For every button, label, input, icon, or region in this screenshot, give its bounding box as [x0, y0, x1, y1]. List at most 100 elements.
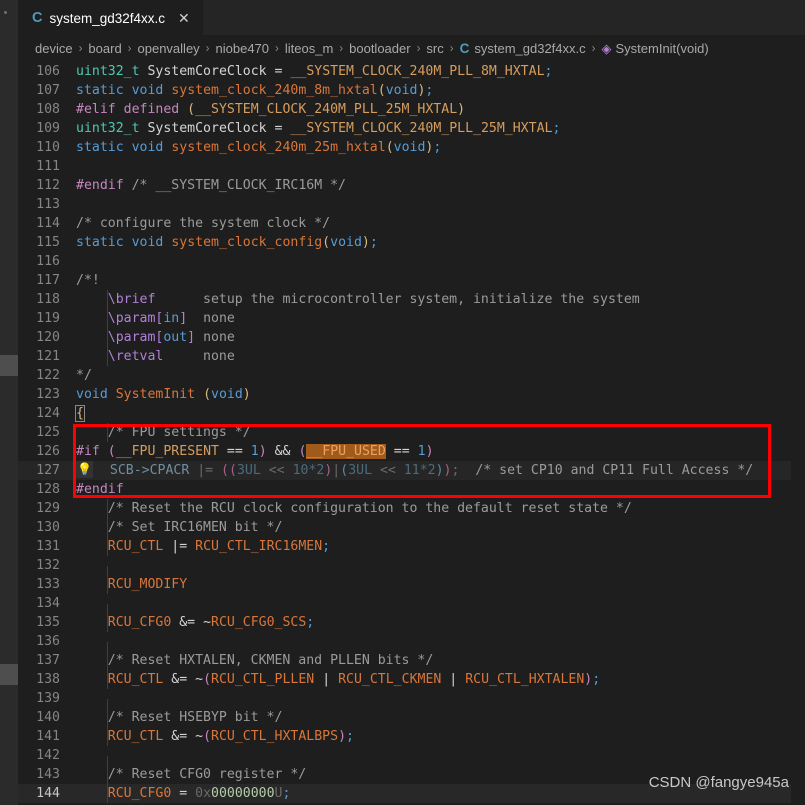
code-line-122[interactable]: 122 */	[18, 366, 805, 385]
line-content: /* Set IRC16MEN bit */	[76, 518, 283, 537]
code-line-142[interactable]: 142	[18, 746, 805, 775]
line-content: RCU_CTL &= ~(RCU_CTL_PLLEN | RCU_CTL_CKM…	[76, 670, 601, 689]
code-line-123[interactable]: 123 void SystemInit (void)	[18, 385, 805, 404]
code-line-128[interactable]: 128 #endif	[18, 480, 805, 499]
editor-overview-ruler[interactable]	[791, 124, 805, 805]
activity-bar-mark-1[interactable]	[0, 355, 18, 376]
line-content: void SystemInit (void)	[76, 387, 251, 402]
line-content: {	[75, 404, 805, 423]
line-number: 113	[36, 197, 60, 212]
code-line-114[interactable]: 114 /* configure the system clock */	[18, 214, 805, 233]
activity-bar-mark-2[interactable]	[0, 664, 18, 685]
line-content: /* Reset HSEBYP bit */	[76, 708, 283, 727]
line-number: 127	[36, 463, 60, 478]
code-line-131[interactable]: 131 RCU_CTL |= RCU_CTL_IRC16MEN;	[18, 537, 805, 556]
lightbulb-quickfix-icon[interactable]: 💡	[76, 460, 93, 478]
code-line-137[interactable]: 137 /* Reset HXTALEN, CKMEN and PLLEN bi…	[18, 651, 805, 670]
code-line-118[interactable]: 118 \brief setup the microcontroller sys…	[18, 290, 805, 309]
line-number: 120	[36, 330, 60, 345]
code-line-135[interactable]: 135 RCU_CFG0 &= ~RCU_CFG0_SCS;	[18, 613, 805, 632]
line-content: static void system_clock_240m_25m_hxtal(…	[76, 140, 442, 155]
breadcrumb-item-file[interactable]: C system_gd32f4xx.c	[460, 41, 586, 56]
code-line-138[interactable]: 138 RCU_CTL &= ~(RCU_CTL_PLLEN | RCU_CTL…	[18, 670, 805, 689]
code-line-117[interactable]: 117 /*!	[18, 271, 805, 290]
line-content: static void system_clock_config(void);	[76, 235, 378, 250]
line-content: uint32_t SystemCoreClock = __SYSTEM_CLOC…	[76, 121, 561, 136]
code-line-110[interactable]: 110 static void system_clock_240m_25m_hx…	[18, 138, 805, 157]
line-number: 116	[36, 254, 60, 269]
line-number: 144	[36, 786, 60, 801]
code-editor[interactable]: 106 uint32_t SystemCoreClock = __SYSTEM_…	[18, 62, 805, 805]
line-content: /*!	[76, 273, 100, 288]
line-content: \param[in] none	[76, 309, 235, 328]
code-line-107[interactable]: 107 static void system_clock_240m_8m_hxt…	[18, 81, 805, 100]
line-number: 107	[36, 83, 60, 98]
code-line-134[interactable]: 134	[18, 594, 805, 623]
line-number: 128	[36, 482, 60, 497]
code-line-111[interactable]: 111	[18, 157, 805, 176]
breadcrumb-file-label: system_gd32f4xx.c	[474, 41, 586, 56]
activity-bar-dot-icon	[4, 11, 7, 14]
line-number: 106	[36, 64, 60, 79]
code-line-121[interactable]: 121 \retval none	[18, 347, 805, 366]
c-file-icon: C	[32, 9, 43, 26]
code-line-106[interactable]: 106 uint32_t SystemCoreClock = __SYSTEM_…	[18, 62, 805, 81]
line-number: 131	[36, 539, 60, 554]
code-line-125[interactable]: 125 /* FPU settings */	[18, 423, 805, 442]
breadcrumb-item-niobe470[interactable]: niobe470	[216, 41, 270, 56]
code-line-129[interactable]: 129 /* Reset the RCU clock configuration…	[18, 499, 805, 518]
code-line-139[interactable]: 139	[18, 689, 805, 718]
tab-title: system_gd32f4xx.c	[49, 10, 166, 26]
code-line-108[interactable]: 108 #elif defined (__SYSTEM_CLOCK_240M_P…	[18, 100, 805, 119]
code-line-140[interactable]: 140 /* Reset HSEBYP bit */	[18, 708, 805, 727]
code-line-113[interactable]: 113	[18, 195, 805, 214]
line-number: 136	[36, 634, 60, 649]
code-line-126[interactable]: 126 #if (__FPU_PRESENT == 1) && (__FPU_U…	[18, 442, 805, 461]
line-number: 141	[36, 729, 60, 744]
code-line-141[interactable]: 141 RCU_CTL &= ~(RCU_CTL_HXTALBPS);	[18, 727, 805, 746]
line-number: 124	[36, 406, 60, 421]
code-line-132[interactable]: 132	[18, 556, 805, 585]
activity-bar-strip[interactable]	[0, 0, 18, 805]
selected-token: __FPU_USED	[306, 444, 386, 459]
breadcrumb-item-board[interactable]: board	[88, 41, 121, 56]
breadcrumb-item-src[interactable]: src	[426, 41, 443, 56]
breadcrumb-item-device[interactable]: device	[35, 41, 73, 56]
chevron-right-icon: ›	[127, 42, 132, 55]
code-line-127[interactable]: 127 💡 SCB->CPACR |= ((3UL << 10*2)|(3UL …	[18, 460, 805, 480]
editor-tab-system-gd32f4xx-c[interactable]: C system_gd32f4xx.c ✕	[18, 0, 204, 35]
code-line-109[interactable]: 109 uint32_t SystemCoreClock = __SYSTEM_…	[18, 119, 805, 138]
line-content: RCU_MODIFY	[76, 575, 188, 594]
close-icon[interactable]: ✕	[176, 10, 192, 26]
line-number: 110	[36, 140, 60, 155]
code-line-115[interactable]: 115 static void system_clock_config(void…	[18, 233, 805, 252]
code-line-120[interactable]: 120 \param[out] none	[18, 328, 805, 347]
code-line-130[interactable]: 130 /* Set IRC16MEN bit */	[18, 518, 805, 537]
code-line-112[interactable]: 112 #endif /* __SYSTEM_CLOCK_IRC16M */	[18, 176, 805, 195]
code-line-133[interactable]: 133 RCU_MODIFY	[18, 575, 805, 594]
line-number: 114	[36, 216, 60, 231]
breadcrumb-item-openvalley[interactable]: openvalley	[138, 41, 200, 56]
line-content: \brief setup the microcontroller system,…	[76, 290, 640, 309]
code-line-116[interactable]: 116	[18, 252, 805, 271]
line-number: 119	[36, 311, 60, 326]
code-line-136[interactable]: 136	[18, 632, 805, 661]
line-number: 134	[36, 596, 60, 611]
breadcrumb-item-symbol[interactable]: ◈ SystemInit(void)	[601, 41, 708, 57]
line-number: 108	[36, 102, 60, 117]
chevron-right-icon: ›	[78, 42, 83, 55]
line-number: 138	[36, 672, 60, 687]
line-number: 133	[36, 577, 60, 592]
matching-bracket: {	[75, 405, 85, 422]
breadcrumb-item-liteos-m[interactable]: liteos_m	[285, 41, 333, 56]
breadcrumb-item-bootloader[interactable]: bootloader	[349, 41, 410, 56]
line-content: static void system_clock_240m_8m_hxtal(v…	[76, 83, 434, 98]
line-content: \retval none	[76, 347, 235, 366]
line-content: #if (__FPU_PRESENT == 1) && (__FPU_USED …	[76, 444, 434, 459]
code-line-119[interactable]: 119 \param[in] none	[18, 309, 805, 328]
breadcrumb: device › board › openvalley › niobe470 ›…	[18, 35, 805, 62]
line-number: 121	[36, 349, 60, 364]
code-line-124[interactable]: 124 {	[18, 404, 805, 423]
line-content: #elif defined (__SYSTEM_CLOCK_240M_PLL_2…	[76, 102, 466, 117]
line-content: /* Reset HXTALEN, CKMEN and PLLEN bits *…	[76, 651, 434, 670]
